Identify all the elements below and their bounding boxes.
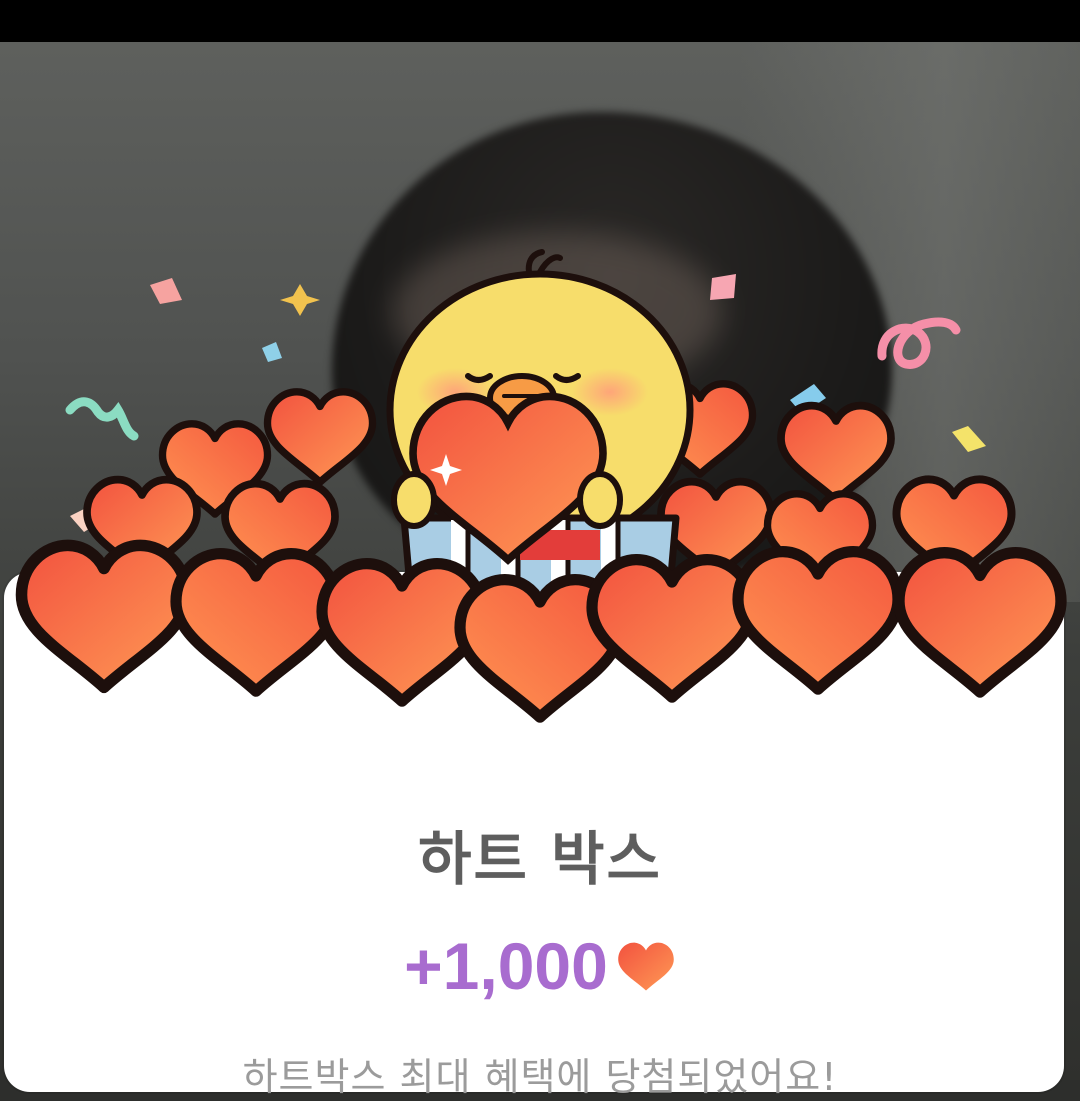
reward-row: +1,000 [0, 928, 1080, 1004]
popup-message: 하트박스 최대 혜택에 당첨되었어요! [242, 1055, 838, 1099]
reward-amount: +1,000 [404, 929, 608, 1003]
status-bar [0, 0, 1080, 42]
popup-title: 하트 박스 [418, 825, 662, 893]
heart-icon [618, 942, 674, 991]
heart-box-illustration [0, 249, 1080, 760]
